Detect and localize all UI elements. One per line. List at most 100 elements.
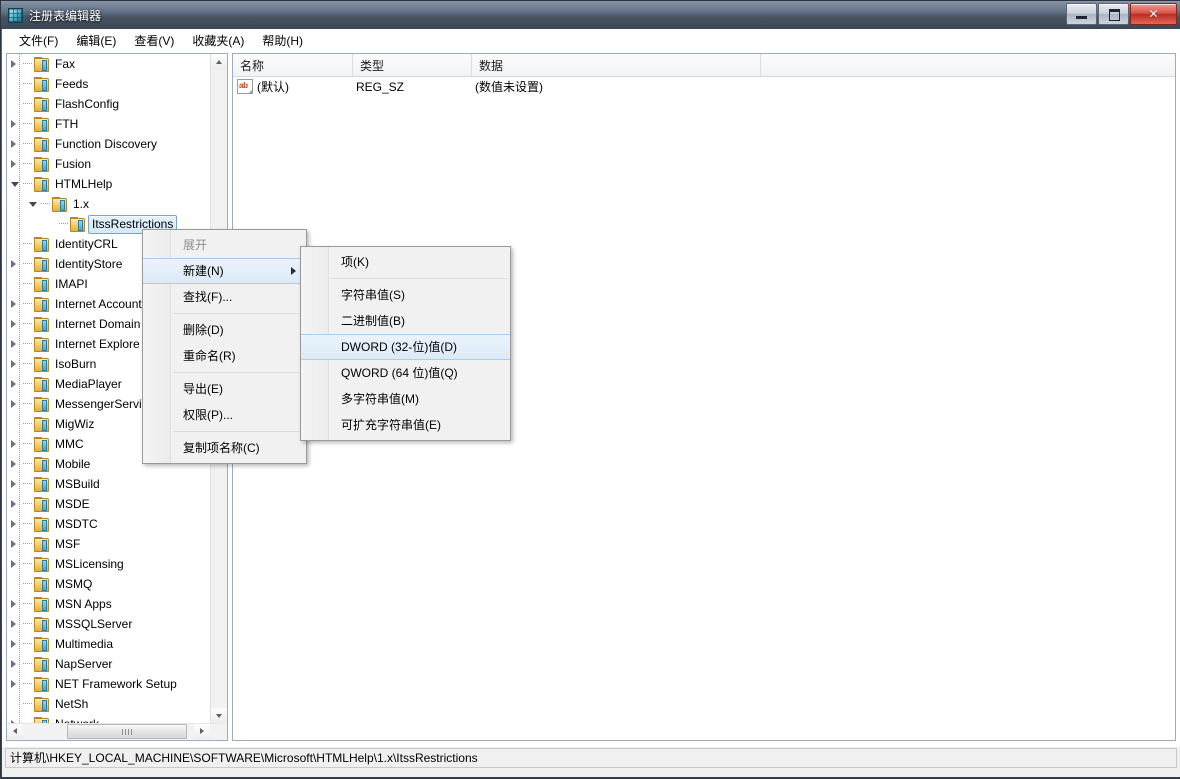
folder-icon [33,177,49,192]
tree-item-msn-apps[interactable]: MSN Apps [7,594,212,614]
tree-connector-line [23,434,33,454]
tree-item-feeds[interactable]: Feeds [7,74,212,94]
tree-item-fusion[interactable]: Fusion [7,154,212,174]
tree-expand-arrow-icon[interactable] [7,534,23,554]
tree-item-multimedia[interactable]: Multimedia [7,634,212,654]
tree-item-msbuild[interactable]: MSBuild [7,474,212,494]
tree-collapse-arrow-icon[interactable] [25,194,41,214]
tree-expander-spacer [7,414,23,434]
scroll-up-arrow-icon[interactable] [211,54,227,70]
tree-connector-line [23,274,33,294]
scroll-left-arrow-icon[interactable] [7,724,23,739]
tree-expand-arrow-icon[interactable] [7,454,23,474]
tree-collapse-arrow-icon[interactable] [7,174,23,194]
tree-expand-arrow-icon[interactable] [7,134,23,154]
tree-expand-arrow-icon[interactable] [7,654,23,674]
scroll-down-arrow-icon[interactable] [211,708,227,724]
tree-item-htmlhelp[interactable]: HTMLHelp [7,174,212,194]
menu-item-label: 可扩充字符串值(E) [341,418,441,432]
menu-help[interactable]: 帮助(H) [253,29,312,53]
close-button[interactable]: ✕ [1130,3,1177,25]
tree-expand-arrow-icon[interactable] [7,474,23,494]
scroll-right-arrow-icon[interactable] [194,724,210,739]
tree-expand-arrow-icon[interactable] [7,554,23,574]
context-menu-item-0: 展开 [143,232,306,258]
status-path: 计算机\HKEY_LOCAL_MACHINE\SOFTWARE\Microsof… [5,748,1177,768]
tree-item-fth[interactable]: FTH [7,114,212,134]
tree-expand-arrow-icon[interactable] [7,374,23,394]
menu-file[interactable]: 文件(F) [10,29,67,53]
menu-edit[interactable]: 编辑(E) [67,29,125,53]
tree-expand-arrow-icon[interactable] [7,354,23,374]
tree-item-function-discovery[interactable]: Function Discovery [7,134,212,154]
tree-item-msde[interactable]: MSDE [7,494,212,514]
tree-horizontal-scrollbar[interactable] [7,723,227,740]
tree-expand-arrow-icon[interactable] [7,114,23,134]
tree-item-flashconfig[interactable]: FlashConfig [7,94,212,114]
tree-item-1-x[interactable]: 1.x [7,194,212,214]
submenu-item-2[interactable]: 字符串值(S) [301,282,510,308]
tree-expand-arrow-icon[interactable] [7,54,23,74]
column-header-name[interactable]: 名称 [233,54,353,76]
tree-expand-arrow-icon[interactable] [7,514,23,534]
tree-item-netsh[interactable]: NetSh [7,694,212,714]
folder-icon [33,677,49,692]
tree-item-napserver[interactable]: NapServer [7,654,212,674]
context-menu-item-4[interactable]: 删除(D) [143,317,306,343]
context-menu-item-1[interactable]: 新建(N) [143,258,306,284]
submenu-item-6[interactable]: 多字符串值(M) [301,386,510,412]
menu-favorites[interactable]: 收藏夹(A) [183,29,253,53]
tree-item-label: IdentityStore [55,257,123,271]
tree-item-mslicensing[interactable]: MSLicensing [7,554,212,574]
submenu-item-0[interactable]: 项(K) [301,249,510,275]
column-header-type[interactable]: 类型 [353,54,472,76]
folder-icon [33,697,49,712]
window-title: 注册表编辑器 [29,8,102,23]
submenu-item-5[interactable]: QWORD (64 位)值(Q) [301,360,510,386]
submenu-item-7[interactable]: 可扩充字符串值(E) [301,412,510,438]
values-list-body: ab (默认) REG_SZ (数值未设置) [233,77,1175,96]
context-menu-item-7[interactable]: 导出(E) [143,376,306,402]
tree-expand-arrow-icon[interactable] [7,254,23,274]
tree-item-mssqlserver[interactable]: MSSQLServer [7,614,212,634]
tree-expand-arrow-icon[interactable] [7,494,23,514]
context-menu-item-10[interactable]: 复制项名称(C) [143,435,306,461]
menu-item-label: 新建(N) [183,264,224,278]
minimize-button[interactable] [1066,3,1097,25]
menu-view[interactable]: 查看(V) [125,29,183,53]
maximize-button[interactable] [1098,3,1129,25]
tree-connector-line [23,654,33,674]
tree-item-msmq[interactable]: MSMQ [7,574,212,594]
tree-expand-arrow-icon[interactable] [7,594,23,614]
tree-item-msdtc[interactable]: MSDTC [7,514,212,534]
context-menu-item-2[interactable]: 查找(F)... [143,284,306,310]
submenu-item-4[interactable]: DWORD (32-位)值(D) [301,334,510,360]
tree-expand-arrow-icon[interactable] [7,394,23,414]
tree-expand-arrow-icon[interactable] [7,674,23,694]
context-menu-item-5[interactable]: 重命名(R) [143,343,306,369]
tree-connector-line [23,354,33,374]
value-type: REG_SZ [356,79,405,94]
menu-item-label: 多字符串值(M) [341,392,419,406]
column-header-data[interactable]: 数据 [472,54,761,76]
tree-expand-arrow-icon[interactable] [7,334,23,354]
value-row[interactable]: ab (默认) REG_SZ (数值未设置) [233,77,1175,96]
tree-item-msf[interactable]: MSF [7,534,212,554]
tree-connector-line [23,694,33,714]
value-name: (默认) [257,80,289,94]
hscroll-thumb[interactable] [67,724,187,739]
folder-icon [33,597,49,612]
tree-expand-arrow-icon[interactable] [7,434,23,454]
tree-item-net-framework-setup[interactable]: NET Framework Setup [7,674,212,694]
tree-expand-arrow-icon[interactable] [7,314,23,334]
tree-expand-arrow-icon[interactable] [7,634,23,654]
menu-item-label: 二进制值(B) [341,314,405,328]
tree-expand-arrow-icon[interactable] [7,614,23,634]
tree-item-label: HTMLHelp [55,177,113,191]
tree-item-label: Feeds [55,77,89,91]
context-menu-item-8[interactable]: 权限(P)... [143,402,306,428]
submenu-item-3[interactable]: 二进制值(B) [301,308,510,334]
tree-expand-arrow-icon[interactable] [7,154,23,174]
tree-expand-arrow-icon[interactable] [7,294,23,314]
tree-item-fax[interactable]: Fax [7,54,212,74]
